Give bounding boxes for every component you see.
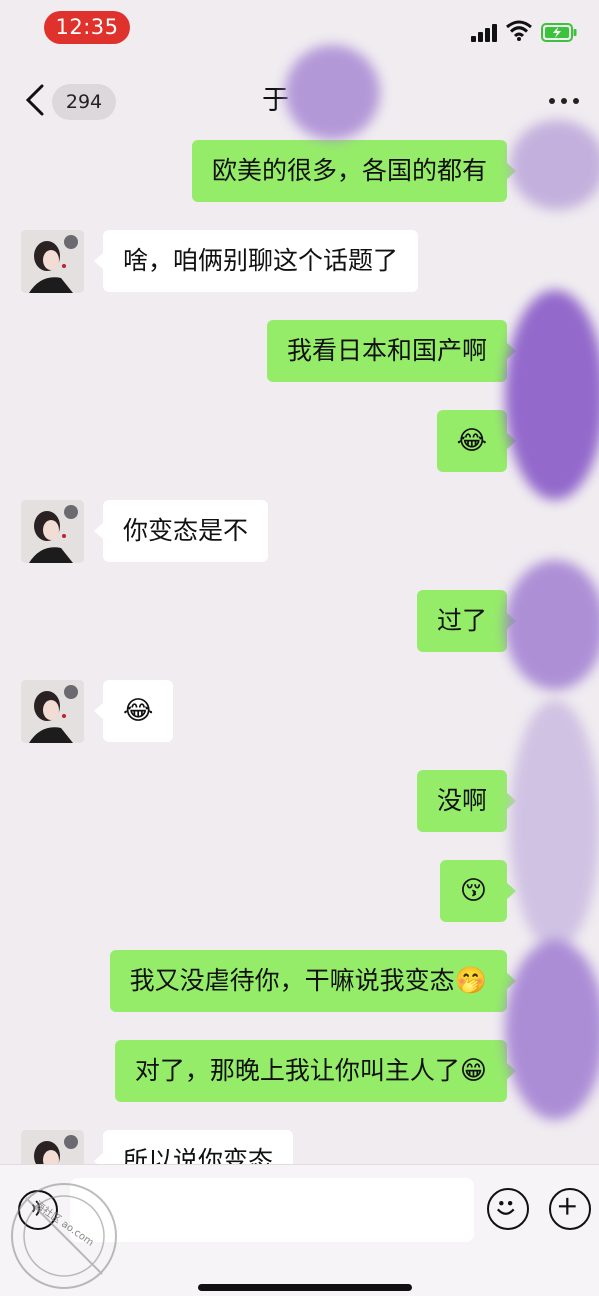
- message-row: 你变态是不: [0, 500, 599, 563]
- message-text: 啥，咱俩别聊这个话题了: [123, 246, 399, 275]
- incoming-message-bubble[interactable]: 你变态是不: [93, 500, 269, 562]
- message-text: 我看日本和国产啊: [286, 336, 487, 365]
- chat-header: 294 于: [0, 62, 599, 140]
- message-text: 你变态是不: [123, 516, 249, 545]
- message-row: 😂: [0, 410, 599, 472]
- message-row: 过了: [0, 590, 599, 652]
- message-text: 所以说你变态: [123, 1146, 274, 1164]
- wifi-icon: [506, 20, 532, 41]
- outgoing-message-bubble[interactable]: 😚: [439, 860, 517, 922]
- message-input[interactable]: [70, 1178, 474, 1242]
- message-text: 对了，那晚上我让你叫主人了: [134, 1056, 460, 1085]
- signal-icon: [471, 24, 499, 42]
- emoji-icon: 😚: [459, 876, 487, 906]
- home-indicator[interactable]: [198, 1284, 412, 1291]
- watermark-logo: [11, 1183, 117, 1289]
- outgoing-message-bubble[interactable]: 对了，那晚上我让你叫主人了😁: [114, 1040, 517, 1102]
- message-row: 我又没虐待你，干嘛说我变态🤭: [0, 950, 599, 1012]
- contact-avatar[interactable]: [21, 680, 84, 743]
- incoming-message-bubble[interactable]: 啥，咱俩别聊这个话题了: [93, 230, 419, 292]
- status-bar: 12:35: [0, 0, 599, 60]
- contact-avatar[interactable]: [21, 1130, 84, 1164]
- message-row: 我看日本和国产啊: [0, 320, 599, 382]
- outgoing-message-bubble[interactable]: 没啊: [416, 770, 517, 832]
- more-dots-icon[interactable]: [549, 98, 579, 106]
- emoji-icon: 😁: [459, 1056, 487, 1086]
- status-time: 12:35: [44, 11, 130, 44]
- incoming-message-bubble[interactable]: 所以说你变态: [93, 1130, 294, 1164]
- message-row: 所以说你变态: [0, 1130, 599, 1164]
- message-row: 没啊: [0, 770, 599, 832]
- message-row: 😂: [0, 680, 599, 743]
- chat-title: 于: [262, 85, 289, 116]
- message-text: 我又没虐待你，干嘛说我变态: [129, 966, 455, 995]
- unread-count-badge[interactable]: 294: [52, 84, 116, 120]
- message-row: 欧美的很多，各国的都有: [0, 140, 599, 202]
- chevron-left-icon[interactable]: [22, 82, 48, 118]
- message-row: 对了，那晚上我让你叫主人了😁: [0, 1040, 599, 1102]
- outgoing-message-bubble[interactable]: 欧美的很多，各国的都有: [191, 140, 517, 202]
- outgoing-message-bubble[interactable]: 我看日本和国产啊: [266, 320, 517, 382]
- emoji-icon: 😂: [456, 426, 487, 456]
- incoming-message-bubble[interactable]: 😂: [93, 680, 174, 742]
- emoji-icon: 🤭: [454, 966, 487, 996]
- plus-icon[interactable]: [549, 1188, 591, 1230]
- chat-message-list[interactable]: 欧美的很多，各国的都有啥，咱俩别聊这个话题了我看日本和国产啊 😂 你变态是不过了 😂 没…: [0, 140, 599, 1164]
- battery-icon: [541, 23, 577, 42]
- message-row: 😚: [0, 860, 599, 922]
- contact-avatar[interactable]: [21, 230, 84, 293]
- emoji-icon: 😂: [123, 696, 154, 726]
- outgoing-message-bubble[interactable]: 😂: [436, 410, 517, 472]
- message-text: 欧美的很多，各国的都有: [211, 156, 487, 185]
- message-row: 啥，咱俩别聊这个话题了: [0, 230, 599, 293]
- message-text: 没啊: [436, 786, 487, 815]
- message-text: 过了: [436, 606, 487, 635]
- smiley-icon[interactable]: [487, 1188, 529, 1230]
- outgoing-message-bubble[interactable]: 过了: [416, 590, 517, 652]
- contact-avatar[interactable]: [21, 500, 84, 563]
- outgoing-message-bubble[interactable]: 我又没虐待你，干嘛说我变态🤭: [109, 950, 517, 1012]
